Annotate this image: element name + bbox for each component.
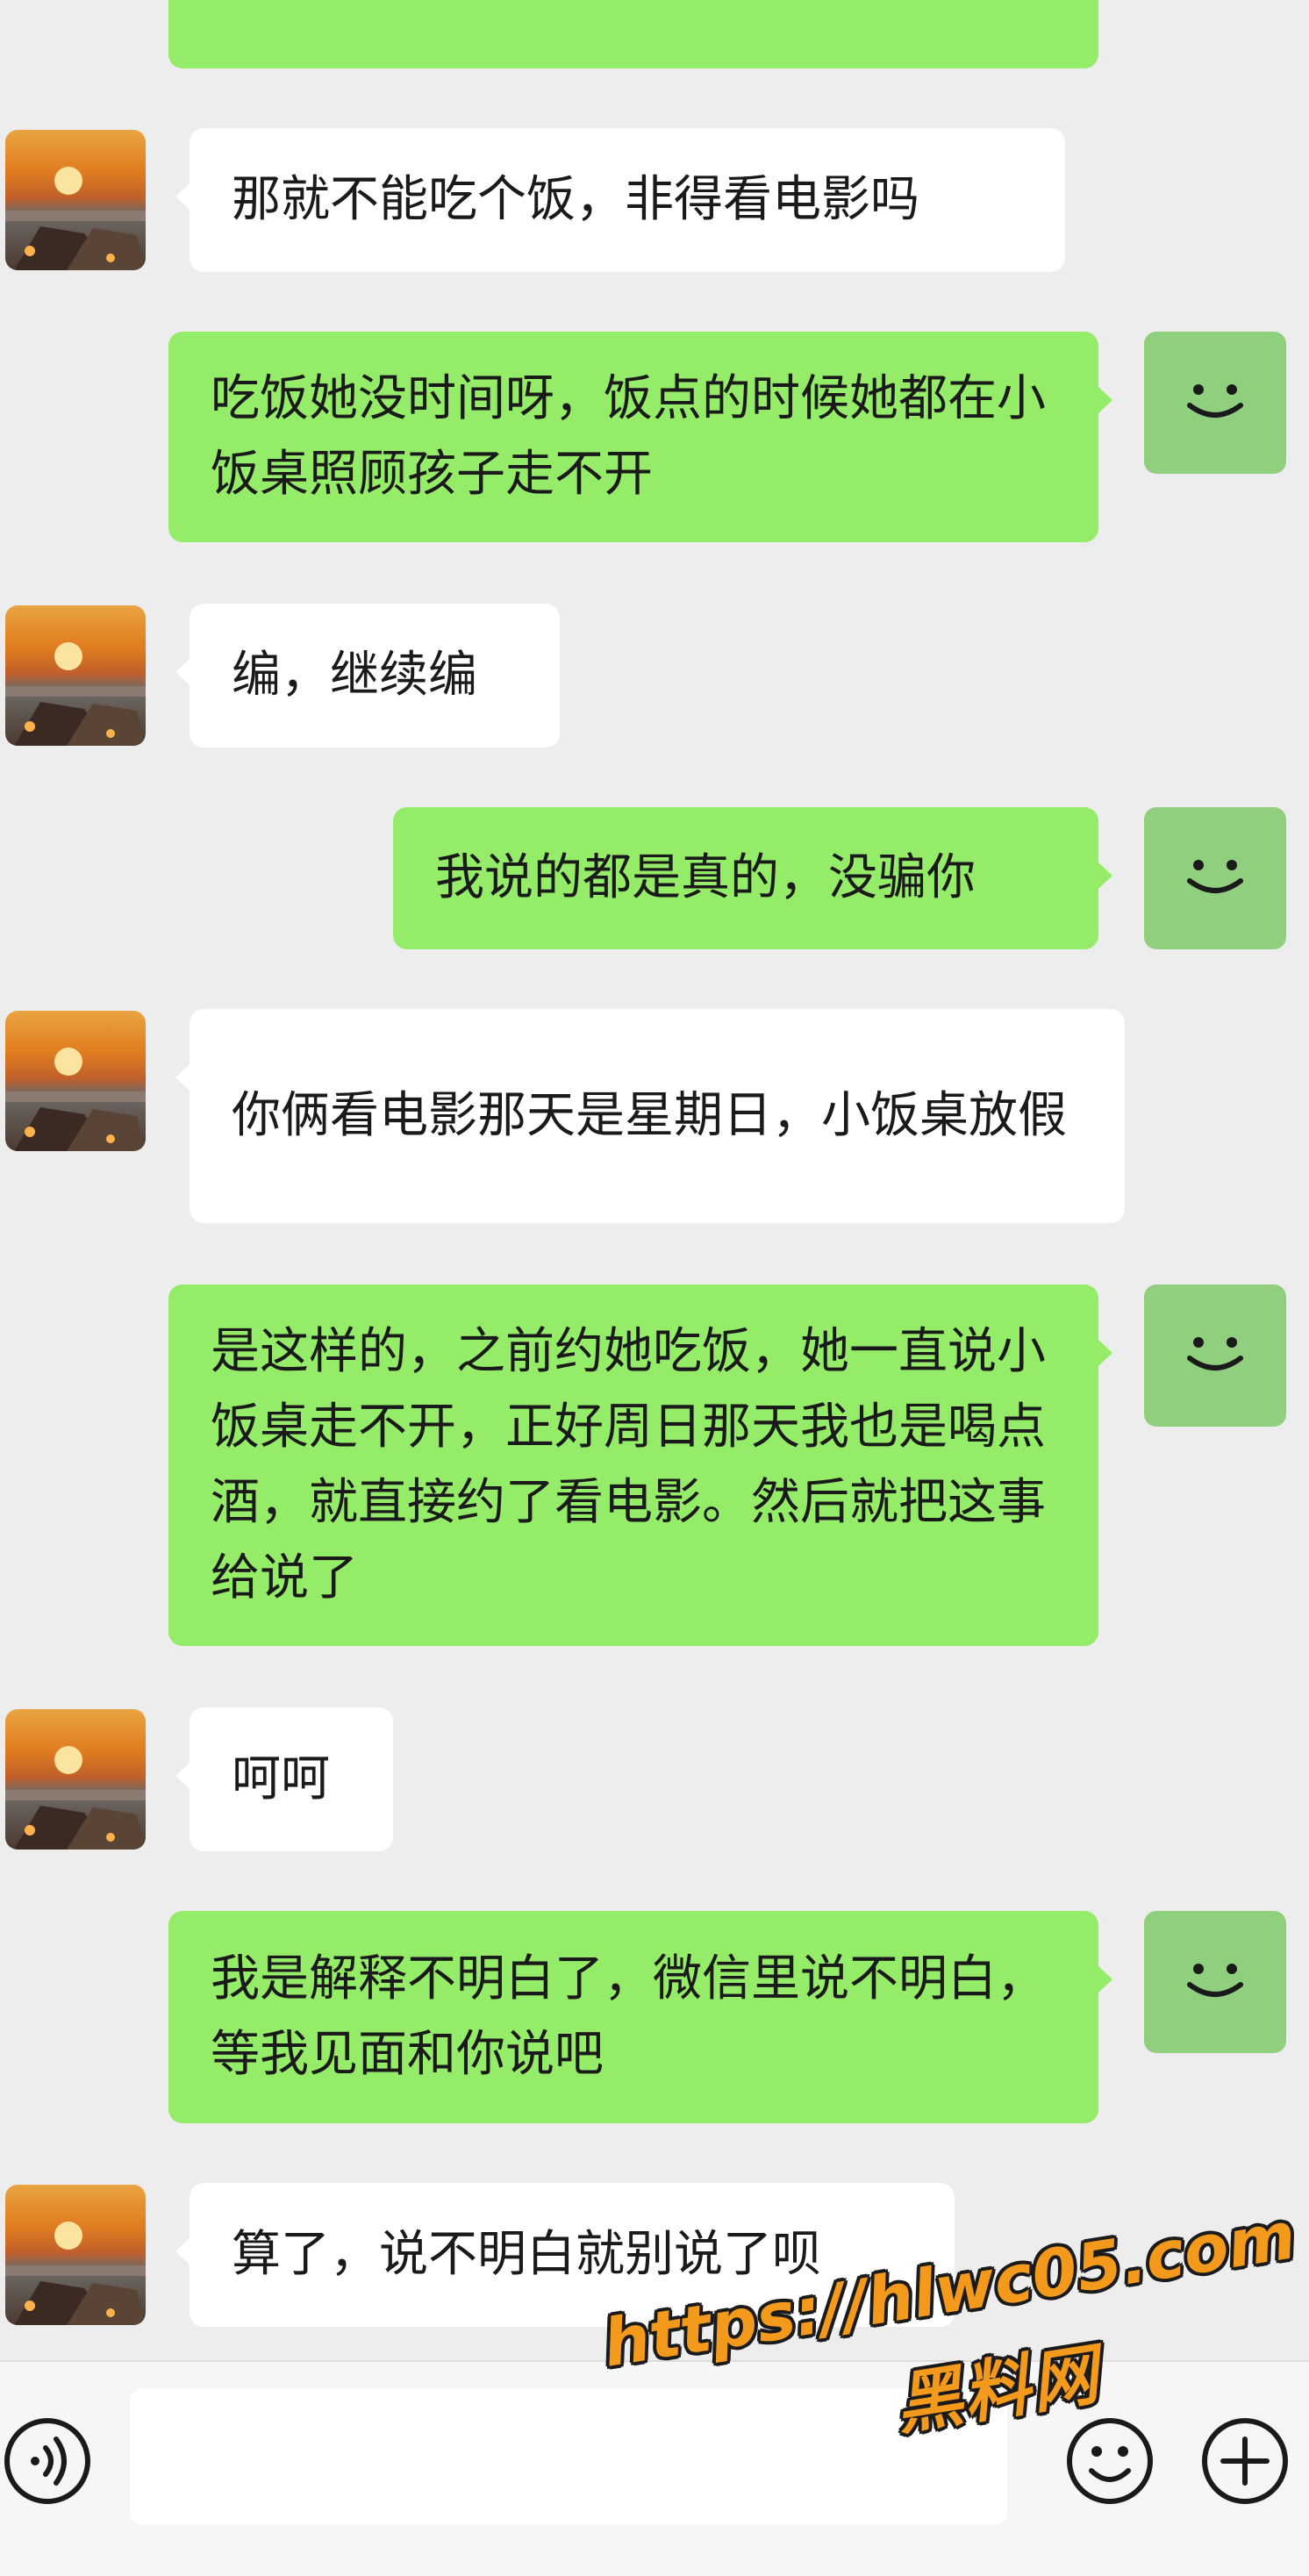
emoji-button[interactable] [1062,2413,1158,2509]
smile-icon [1187,1964,1243,1997]
message-text: 编，继续编 [232,647,477,704]
message-bubble-incoming[interactable]: 你俩看电影那天是星期日，小饭桌放假 [175,1009,1125,1223]
my-avatar[interactable] [1144,1911,1286,2053]
message-bubble-incoming[interactable]: 那就不能吃个饭，非得看电影吗 [175,128,1065,272]
smile-icon [1187,384,1243,418]
message-bubble-outgoing[interactable]: 我说的都是真的，没骗你 [393,807,1112,949]
contact-avatar[interactable] [5,130,146,270]
message-text: 那就不能吃个饭，非得看电影吗 [232,171,919,228]
my-avatar[interactable] [1144,807,1286,949]
contact-avatar[interactable] [5,2185,146,2325]
message-input[interactable] [130,2388,1007,2525]
message-bubble-outgoing[interactable]: 是这样的，之前约她吃饭，她一直说小饭桌走不开，正好周日那天我也是喝点酒，就直接约… [168,1284,1112,1646]
message-text: 我说的都是真的，没骗你 [435,849,976,906]
more-button[interactable] [1197,2413,1293,2509]
message-bubble-outgoing[interactable]: 吃饭她没时间呀，饭点的时候她都在小饭桌照顾孩子走不开 [168,332,1112,542]
voice-icon [4,2418,90,2504]
chat-area[interactable]: 那就不能吃个饭，非得看电影吗 吃饭她没时间呀，饭点的时候她都在小饭桌照顾孩子走不… [0,0,1309,2360]
contact-avatar[interactable] [5,1011,146,1151]
message-bubble-incoming[interactable]: 算了，说不明白就别说了呗 [175,2183,955,2327]
smile-icon [1187,1337,1243,1370]
message-text: 吃饭她没时间呀，饭点的时候她都在小饭桌照顾孩子走不开 [211,370,1046,503]
message-text: 呵呵 [232,1750,330,1807]
my-avatar[interactable] [1144,1284,1286,1427]
message-bubble-outgoing[interactable]: 我是解释不明白了，微信里说不明白，等我见面和你说吧 [168,1911,1112,2123]
message-text: 你俩看电影那天是星期日，小饭桌放假 [232,1087,1067,1144]
voice-button[interactable] [0,2413,97,2509]
my-avatar[interactable] [1144,332,1286,474]
emoji-icon [1067,2418,1153,2504]
message-text: 算了，说不明白就别说了呗 [232,2226,821,2283]
plus-icon [1202,2418,1288,2504]
message-bubble-incoming[interactable]: 编，继续编 [175,604,560,748]
message-text: 我是解释不明白了，微信里说不明白，等我见面和你说吧 [211,1950,1046,2083]
contact-avatar[interactable] [5,605,146,746]
message-bubble-outgoing[interactable] [168,0,1098,68]
message-bubble-incoming[interactable]: 呵呵 [175,1707,393,1851]
contact-avatar[interactable] [5,1709,146,1850]
smile-icon [1187,860,1243,893]
input-bar [0,2360,1309,2576]
message-text: 是这样的，之前约她吃饭，她一直说小饭桌走不开，正好周日那天我也是喝点酒，就直接约… [211,1323,1046,1606]
